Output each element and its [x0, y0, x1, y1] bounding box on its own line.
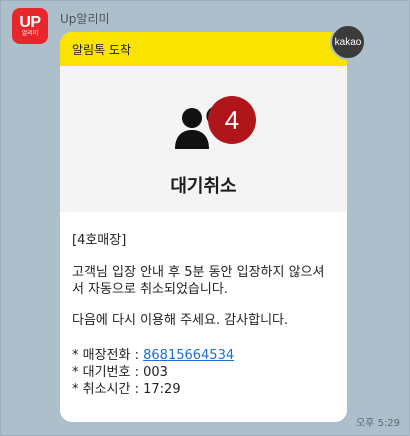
annotation-number-badge: 4 [208, 96, 256, 144]
hero-title: 대기취소 [170, 176, 237, 197]
cancel-time-value: 17:29 [143, 382, 181, 397]
sender-name: Up알리미 [60, 12, 110, 26]
bubble-header-title: 알림톡 도착 [72, 42, 132, 57]
app-icon-sub-text: 알리미 [21, 29, 39, 37]
info-phone: * 매장전화 : 86815664534 [72, 347, 335, 364]
store-name: [4호매장] [72, 233, 127, 248]
queue-number: 003 [143, 365, 168, 380]
phone-label: * 매장전화 : [72, 348, 144, 363]
message-bubble: 알림톡 도착 대기취소 [4호매장] 고객님 입장 안내 후 5분 동안 입장하… [60, 32, 347, 422]
kakao-badge: kakao [330, 24, 366, 60]
info-cancel-time: * 취소시간 : 17:29 [72, 381, 335, 398]
app-icon-logo-text: UP [19, 13, 41, 31]
app-icon[interactable]: UP 알리미 [12, 8, 48, 44]
queue-label: * 대기번호 : [72, 365, 144, 380]
bubble-header: 알림톡 도착 [60, 32, 347, 66]
phone-link[interactable]: 86815664534 [143, 348, 234, 363]
info-queue: * 대기번호 : 003 [72, 364, 335, 381]
thanks-message: 다음에 다시 이용해 주세요. 감사합니다. [72, 313, 289, 328]
hero-section: 대기취소 [60, 66, 347, 212]
message-body: [4호매장] 고객님 입장 안내 후 5분 동안 입장하지 않으셔서 자동으로 … [60, 212, 347, 398]
cancel-time-label: * 취소시간 : [72, 382, 144, 397]
message-timestamp: 오후 5:29 [356, 418, 401, 429]
cancel-notice: 고객님 입장 안내 후 5분 동안 입장하지 않으셔서 자동으로 취소되었습니다… [72, 265, 325, 297]
